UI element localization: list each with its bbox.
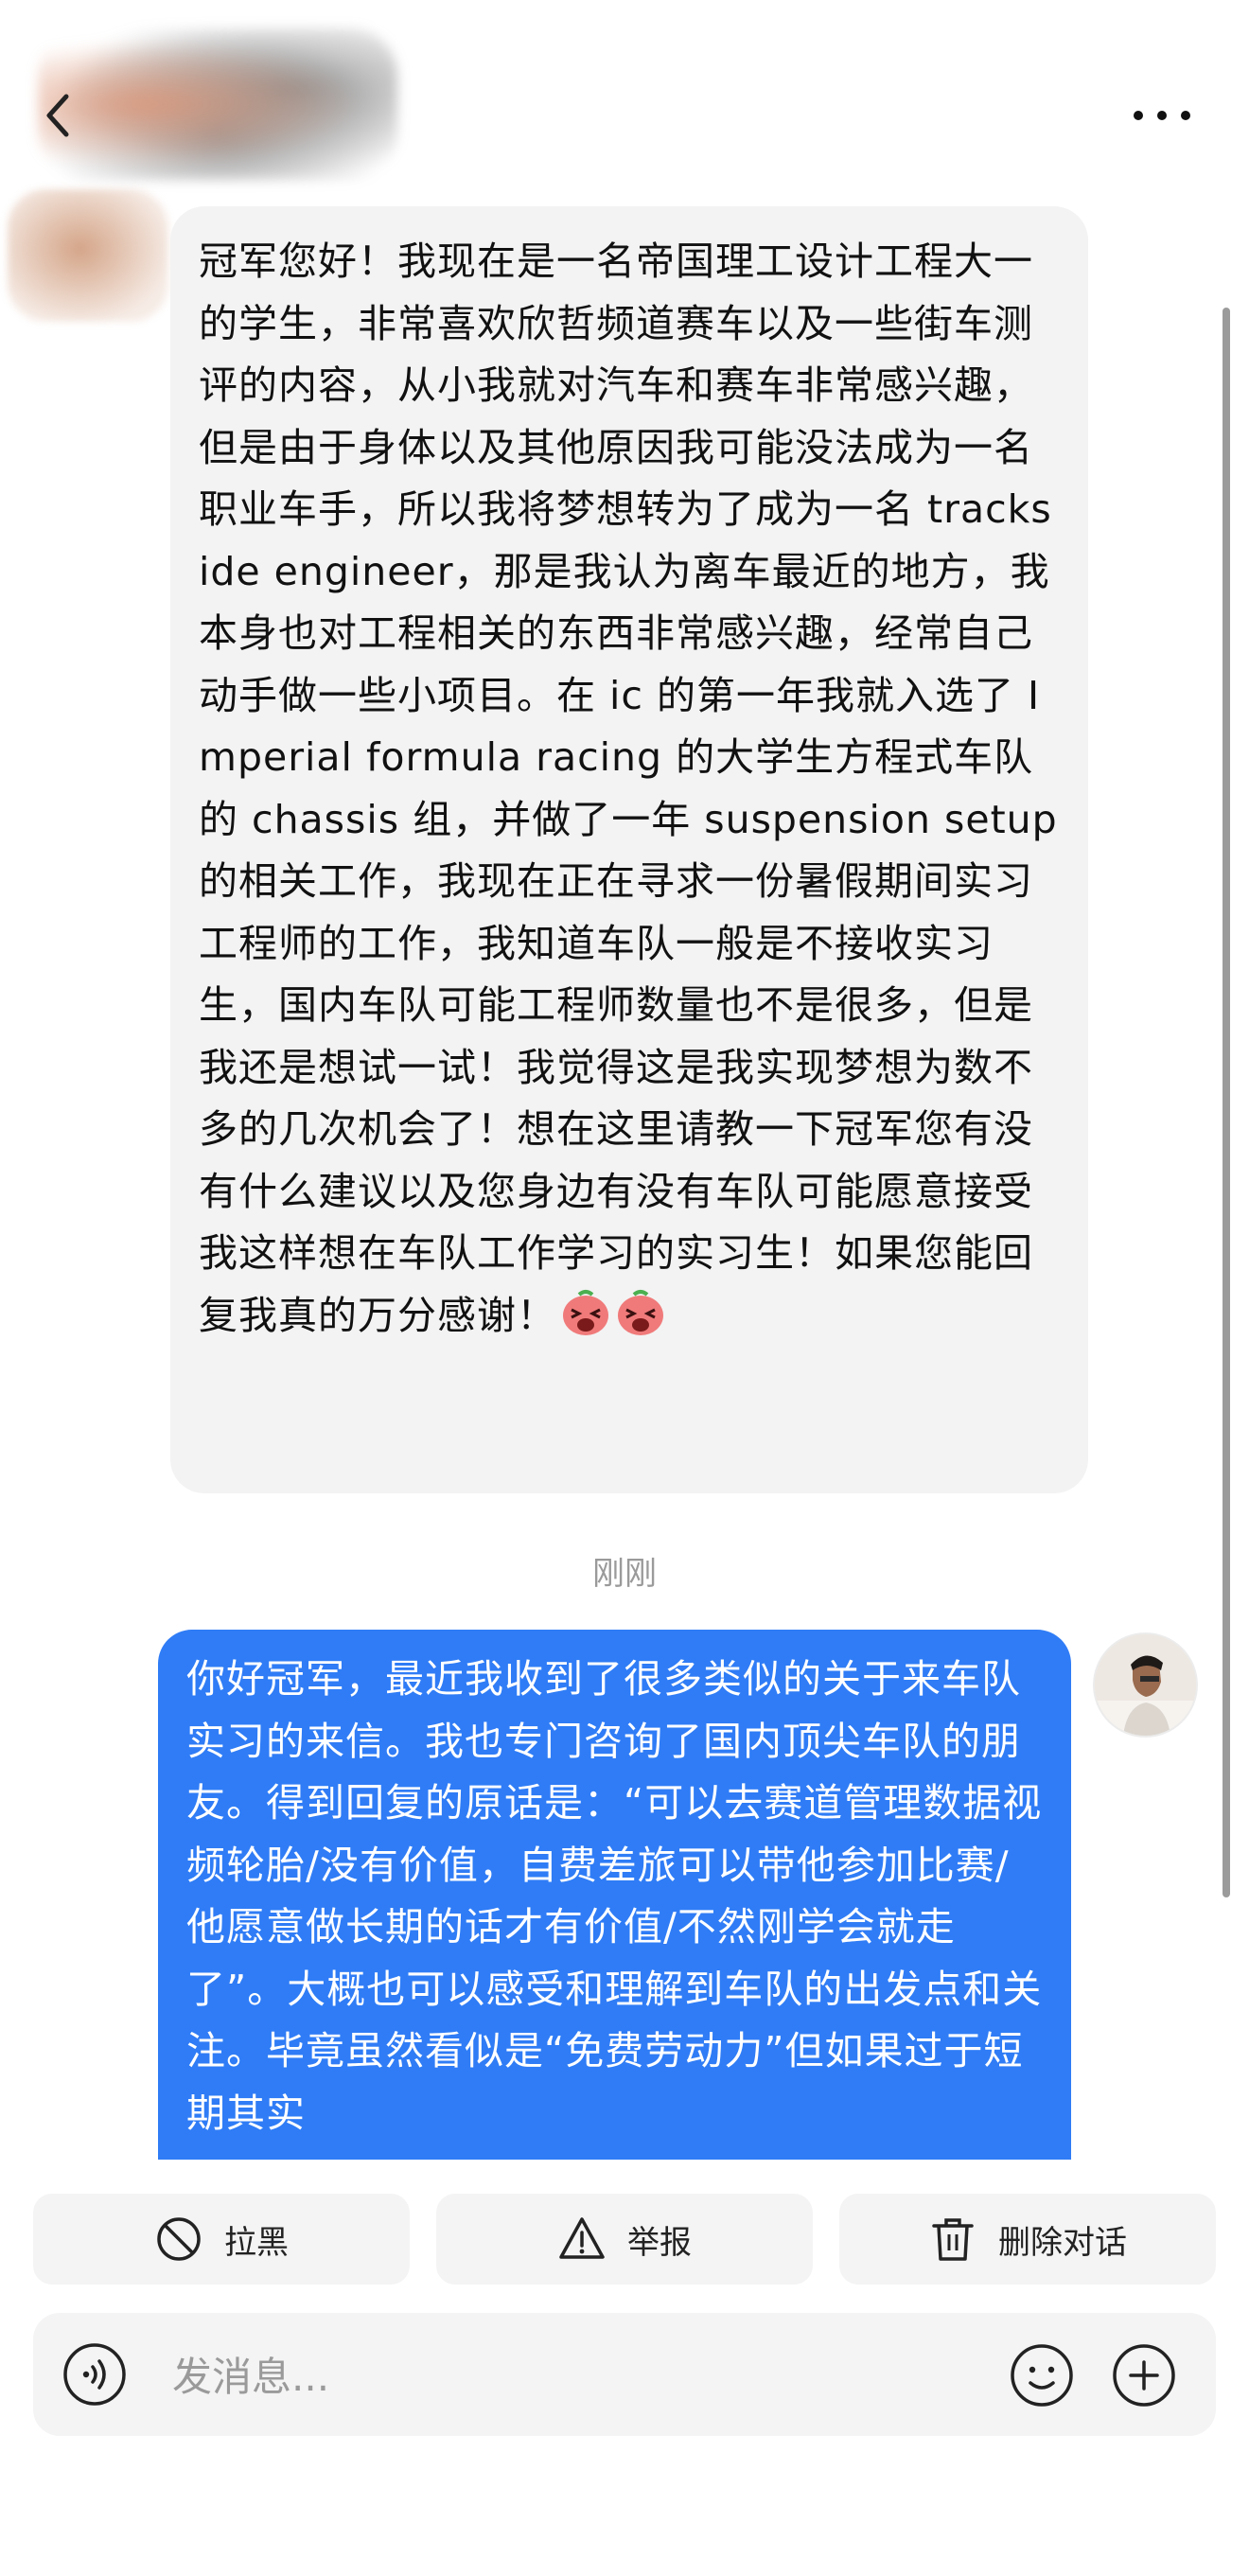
report-button[interactable]: 举报 — [436, 2194, 813, 2285]
delete-conversation-button[interactable]: 删除对话 — [839, 2194, 1216, 2285]
scrollbar[interactable] — [1223, 308, 1230, 1897]
warning-icon — [559, 2217, 605, 2259]
blurred-contact-name — [38, 28, 397, 180]
message-input[interactable] — [170, 2347, 931, 2406]
message-timestamp: 刚刚 — [592, 1555, 657, 1593]
more-options-icon[interactable] — [1134, 95, 1190, 136]
back-arrow-icon[interactable] — [40, 87, 78, 144]
block-button[interactable]: 拉黑 — [33, 2194, 410, 2285]
outgoing-message-text: 你好冠军，最近我收到了很多类似的关于来车队实习的来信。我也专门咨询了国内顶尖车队… — [186, 1656, 1043, 2136]
delete-conversation-label: 删除对话 — [998, 2223, 1127, 2262]
message-composer — [33, 2313, 1216, 2436]
dot-icon — [1134, 111, 1143, 120]
user-avatar[interactable] — [1093, 1632, 1198, 1738]
avatar-photo-icon — [1095, 1634, 1196, 1736]
trash-icon — [932, 2218, 974, 2261]
laughing-emoji-icon — [618, 1289, 663, 1335]
report-label: 举报 — [627, 2223, 692, 2262]
blurred-contact-avatar[interactable] — [8, 189, 168, 322]
laughing-emoji-icon — [563, 1289, 608, 1335]
incoming-message-bubble: 冠军您好！我现在是一名帝国理工设计工程大一的学生，非常喜欢欣哲频道赛车以及一些街… — [170, 206, 1088, 1493]
dot-icon — [1181, 111, 1190, 120]
emoji-picker-icon[interactable] — [1008, 2341, 1076, 2409]
incoming-message-text: 冠军您好！我现在是一名帝国理工设计工程大一的学生，非常喜欢欣哲频道赛车以及一些街… — [199, 231, 1060, 1347]
add-attachment-icon[interactable] — [1110, 2341, 1178, 2409]
dot-icon — [1157, 111, 1167, 120]
incoming-message-content: 冠军您好！我现在是一名帝国理工设计工程大一的学生，非常喜欢欣哲频道赛车以及一些街… — [199, 238, 1071, 1338]
block-icon — [157, 2217, 201, 2261]
voice-input-icon[interactable] — [62, 2341, 128, 2408]
outgoing-message-bubble: 你好冠军，最近我收到了很多类似的关于来车队实习的来信。我也专门咨询了国内顶尖车队… — [158, 1630, 1071, 2160]
chat-header — [0, 0, 1249, 189]
conversation-actions: 拉黑 举报 删除对话 — [33, 2194, 1216, 2285]
block-label: 拉黑 — [224, 2223, 289, 2262]
